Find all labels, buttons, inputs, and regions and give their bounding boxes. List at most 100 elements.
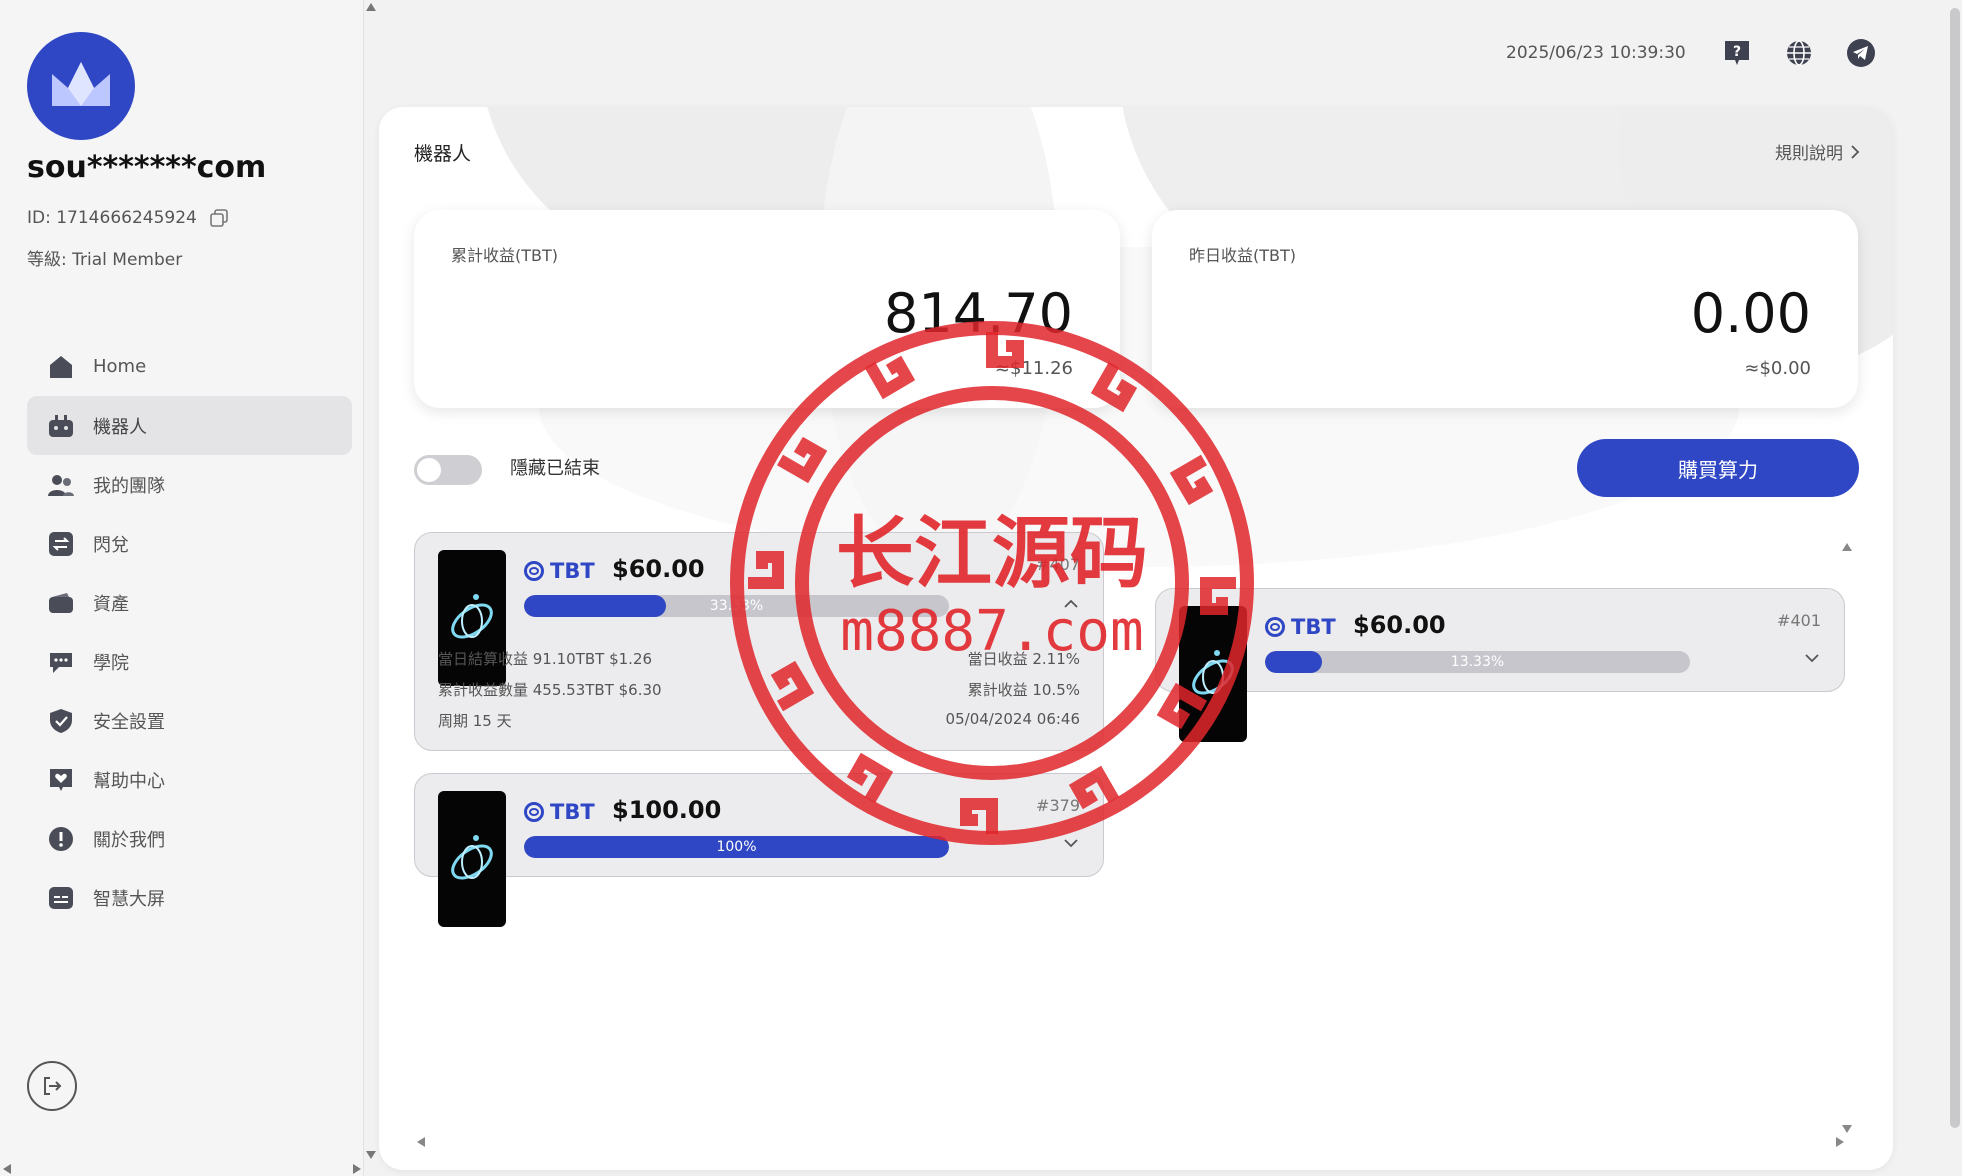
sidebar-nav: Home 機器人 我的團隊 閃兌 資產 學院 安全設置 幫助中心 關於我們 智慧… (27, 337, 352, 927)
total-earnings-value: 814.70 (884, 282, 1073, 345)
robot-thumbnail (1179, 606, 1247, 742)
sidebar-item-about[interactable]: 關於我們 (27, 809, 352, 868)
page-scrollbar[interactable] (1950, 8, 1960, 1128)
coin-name: TBT (550, 800, 595, 824)
robot-price: $100.00 (612, 796, 722, 824)
progress-bar: 100% (524, 836, 949, 858)
coin-label: TBT (524, 800, 595, 824)
sidebar-item-smart-screen[interactable]: 智慧大屏 (27, 868, 352, 927)
avatar[interactable] (27, 32, 135, 140)
rules-link-label: 規則說明 (1775, 144, 1843, 164)
sidebar-item-swap[interactable]: 閃兌 (27, 514, 352, 573)
tbt-logo-icon (451, 835, 493, 880)
daily-rate: 當日收益 2.11% (967, 650, 1080, 668)
home-icon (47, 353, 75, 381)
tbt-logo-icon (451, 594, 493, 639)
sidebar-item-home[interactable]: Home (27, 337, 352, 396)
wallet-icon (47, 589, 75, 617)
username: sou*******com (27, 150, 267, 185)
sidebar-item-team[interactable]: 我的團隊 (27, 455, 352, 514)
user-id-text: ID: 1714666245924 (27, 208, 197, 228)
robot-icon (47, 412, 75, 440)
sidebar-item-academy[interactable]: 學院 (27, 632, 352, 691)
bottom-scroll-left-arrow[interactable] (2, 1163, 12, 1175)
team-icon (47, 471, 75, 499)
rules-link[interactable]: 規則說明 (1775, 139, 1861, 164)
chevron-right-icon (1851, 144, 1860, 159)
help-heart-icon (47, 766, 75, 794)
bottom-scroll-right-arrow[interactable] (352, 1163, 362, 1175)
total-earnings-usd: ≈$11.26 (994, 358, 1073, 379)
telegram-icon[interactable] (1846, 38, 1876, 68)
hide-finished-label: 隱藏已結束 (510, 458, 600, 479)
sidebar-item-label: 閃兌 (93, 534, 129, 556)
shield-icon (47, 707, 75, 735)
robot-card[interactable]: TBT $60.00 #407 33.33% 當日結算收益 91.10TBT $… (414, 532, 1104, 751)
robot-price: $60.00 (612, 555, 705, 583)
sidebar: sou*******com ID: 1714666245924 等級: Tria… (0, 0, 364, 1176)
yesterday-earnings-value: 0.00 (1690, 282, 1811, 345)
yesterday-earnings-usd: ≈$0.00 (1744, 358, 1811, 379)
scroll-left-arrow[interactable] (416, 1136, 426, 1148)
sidebar-item-label: 機器人 (93, 416, 147, 438)
start-date: 05/04/2024 06:46 (945, 710, 1080, 728)
sidebar-scroll-up-arrow[interactable] (365, 2, 377, 12)
chevron-up-icon[interactable] (1062, 595, 1080, 613)
robot-thumbnail (438, 791, 506, 927)
sidebar-item-label: 我的團隊 (93, 475, 165, 497)
total-income: 累計收益數量 455.53TBT $6.30 (438, 681, 662, 699)
scroll-down-arrow[interactable] (1841, 1124, 1853, 1134)
scroll-up-arrow[interactable] (1841, 542, 1853, 552)
user-id: ID: 1714666245924 (27, 208, 229, 228)
logout-button[interactable] (27, 1061, 77, 1111)
page-title: 機器人 (414, 143, 472, 165)
current-datetime: 2025/06/23 10:39:30 (1506, 43, 1686, 63)
screen-icon (47, 884, 75, 912)
robot-order-number: #379 (1036, 796, 1080, 815)
sidebar-item-help[interactable]: 幫助中心 (27, 750, 352, 809)
total-earnings-card: 累計收益(TBT) 814.70 ≈$11.26 (414, 210, 1120, 408)
chevron-down-icon[interactable] (1803, 649, 1821, 667)
sidebar-item-robot[interactable]: 機器人 (27, 396, 352, 455)
progress-text: 33.33% (709, 598, 764, 614)
progress-bar: 33.33% (524, 595, 949, 617)
buy-hashpower-button[interactable]: 購買算力 (1577, 439, 1859, 497)
tbt-logo-icon (1192, 650, 1234, 695)
progress-text: 13.33% (1450, 654, 1505, 670)
sidebar-item-security[interactable]: 安全設置 (27, 691, 352, 750)
coin-name: TBT (550, 559, 595, 583)
robot-panel: 機器人 規則說明 累計收益(TBT) 814.70 ≈$11.26 昨日收益(T… (379, 107, 1893, 1170)
sidebar-item-label: Home (93, 356, 147, 377)
robot-card[interactable]: TBT $60.00 #401 13.33% (1155, 588, 1845, 742)
hide-finished-toggle[interactable] (414, 455, 482, 485)
chevron-down-icon[interactable] (1062, 834, 1080, 852)
chat-icon (47, 648, 75, 676)
swap-icon (47, 530, 75, 558)
robot-order-number: #407 (1036, 555, 1080, 574)
scroll-right-arrow[interactable] (1835, 1136, 1845, 1148)
help-icon[interactable]: ? (1722, 38, 1752, 68)
robot-card[interactable]: TBT $100.00 #379 100% (414, 773, 1104, 927)
coin-label: TBT (524, 559, 595, 583)
sidebar-item-label: 關於我們 (93, 829, 165, 851)
sidebar-item-label: 安全設置 (93, 711, 165, 733)
period: 周期 15 天 (438, 712, 512, 730)
coin-icon (524, 802, 544, 822)
info-icon (47, 825, 75, 853)
logout-icon (44, 1077, 62, 1095)
globe-icon[interactable] (1784, 38, 1814, 68)
coin-icon (524, 561, 544, 581)
yesterday-earnings-card: 昨日收益(TBT) 0.00 ≈$0.00 (1152, 210, 1858, 408)
coin-label: TBT (1265, 615, 1336, 639)
sidebar-item-label: 幫助中心 (93, 770, 165, 792)
member-level: 等級: Trial Member (27, 250, 183, 270)
robot-list: TBT $60.00 #407 33.33% 當日結算收益 91.10TBT $… (414, 532, 1859, 1142)
coin-name: TBT (1291, 615, 1336, 639)
progress-text: 100% (716, 839, 757, 855)
sidebar-item-label: 資產 (93, 593, 129, 615)
daily-income: 當日結算收益 91.10TBT $1.26 (438, 650, 653, 668)
sidebar-scroll-down-arrow[interactable] (365, 1150, 377, 1160)
copy-icon[interactable] (209, 208, 229, 228)
coin-icon (1265, 617, 1285, 637)
sidebar-item-assets[interactable]: 資產 (27, 573, 352, 632)
